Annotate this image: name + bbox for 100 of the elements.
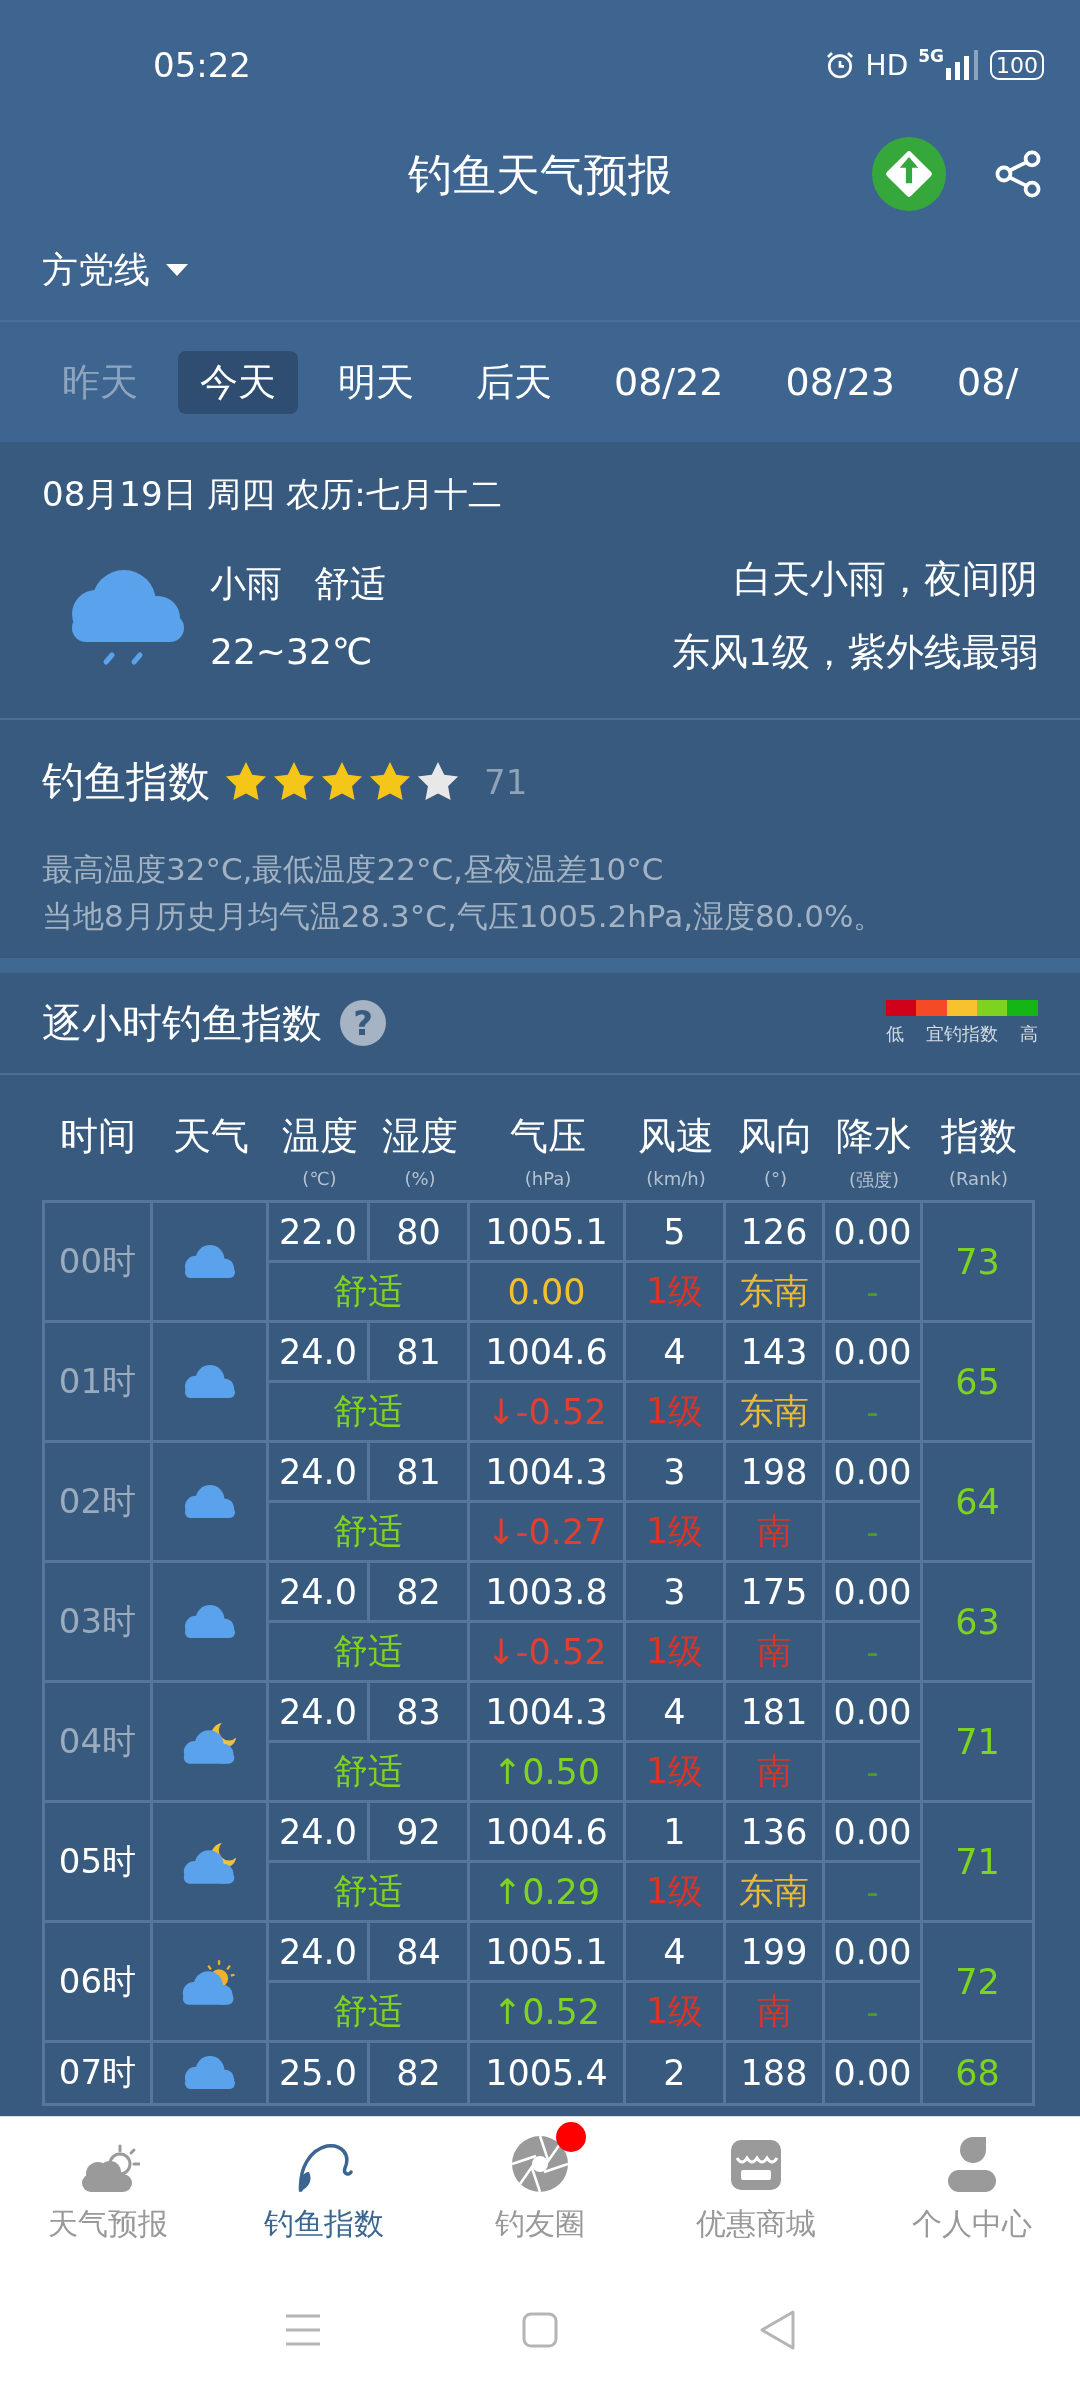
table-cell: 81 — [370, 1323, 467, 1380]
table-cell: 2 — [626, 2043, 723, 2103]
table-cell: 1级 — [626, 1383, 723, 1440]
table-cell: - — [825, 1863, 920, 1920]
table-cell: 0.00 — [825, 1563, 920, 1620]
day-tab[interactable]: 08/23 — [763, 354, 918, 410]
home-button[interactable] — [522, 2312, 558, 2348]
detail-text: 当地8月历史月均气温28.3°C,气压1005.2hPa,湿度80.0%。 — [42, 897, 886, 936]
table-cell: 1004.6 — [470, 1323, 623, 1380]
index-cell: 73 — [923, 1203, 1032, 1320]
table-cell: - — [825, 1743, 920, 1800]
table-cell: 舒适 — [269, 1383, 467, 1440]
star-icon — [272, 761, 316, 803]
column-unit: (Rank) — [949, 1168, 1008, 1190]
weather-summary: 白天小雨，夜间阴 — [734, 556, 1038, 603]
column-header: 时间 — [60, 1113, 136, 1160]
index-cell: 63 — [923, 1563, 1032, 1680]
table-cell: 82 — [370, 2043, 467, 2103]
index-cell: 65 — [923, 1323, 1032, 1440]
table-cell: 198 — [726, 1443, 822, 1500]
table-cell: 1级 — [626, 1623, 723, 1680]
table-cell: 24.0 — [269, 1923, 367, 1980]
table-cell: 舒适 — [269, 1863, 467, 1920]
network-label: 5G — [918, 46, 944, 66]
hour-cell: 05时 — [45, 1803, 150, 1920]
index-cell: 72 — [923, 1923, 1032, 2040]
column-header: 风向 — [737, 1113, 814, 1160]
day-tab[interactable]: 今天 — [178, 350, 298, 414]
table-cell: 80 — [370, 1203, 467, 1260]
table-cell: 1 — [626, 1803, 723, 1860]
table-cell: 3 — [626, 1563, 723, 1620]
index-cell: 71 — [923, 1803, 1032, 1920]
fishing-index-title: 钓鱼指数 — [42, 756, 210, 808]
column-header: 天气 — [173, 1113, 249, 1160]
table-cell: 24.0 — [269, 1803, 367, 1860]
pressure-change: ↓-0.52 — [486, 1631, 607, 1672]
index-cell: 71 — [923, 1683, 1032, 1800]
column-header: 风速 — [638, 1113, 714, 1160]
table-cell: 1级 — [626, 1263, 723, 1320]
table-cell: 1003.8 — [470, 1563, 623, 1620]
table-cell: 1005.1 — [470, 1203, 623, 1260]
wind-direction: 南 — [756, 1990, 792, 2033]
column-unit: (%) — [404, 1168, 436, 1190]
help-button[interactable]: ? — [340, 1000, 386, 1046]
column-header: 气压 — [510, 1113, 586, 1160]
day-tab[interactable]: 08/22 — [592, 354, 746, 410]
diamond-logo-icon[interactable] — [872, 137, 946, 211]
wind-direction: 东南 — [739, 1390, 809, 1433]
hour-cell: 02时 — [45, 1443, 150, 1560]
clock-time: 05:22 — [153, 45, 252, 85]
column-unit: (℃) — [302, 1168, 337, 1190]
signal-icon — [946, 50, 980, 80]
column-unit: (hPa) — [524, 1168, 572, 1190]
table-cell: 0.00 — [825, 2043, 920, 2103]
column-unit: (强度) — [848, 1168, 899, 1190]
table-cell: - — [825, 1983, 920, 2040]
day-tab[interactable]: 08/ — [935, 354, 1041, 410]
legend-high: 高 — [1020, 1022, 1038, 1046]
section-title: 逐小时钓鱼指数 — [42, 998, 322, 1048]
pressure-change: ↑0.52 — [492, 1991, 601, 2032]
table-cell: 舒适 — [269, 1743, 467, 1800]
hour-cell: 01时 — [45, 1323, 150, 1440]
table-cell: 舒适 — [269, 1503, 467, 1560]
table-cell: 1004.3 — [470, 1443, 623, 1500]
star-icon — [368, 761, 412, 803]
menu-icon[interactable] — [284, 2313, 322, 2347]
table-cell: 188 — [726, 2043, 822, 2103]
table-cell: 0.00 — [825, 1683, 920, 1740]
table-cell: 1005.4 — [470, 2043, 623, 2103]
table-cell: 3 — [626, 1443, 723, 1500]
day-tab[interactable]: 后天 — [454, 350, 574, 414]
table-cell: - — [825, 1383, 920, 1440]
pressure-change: ↓-0.27 — [486, 1511, 607, 1552]
day-tab[interactable]: 明天 — [316, 350, 436, 414]
wind-direction: 东南 — [739, 1870, 809, 1913]
star-icon — [320, 761, 364, 803]
detail-text: 最高温度32°C,最低温度22°C,昼夜温差10°C — [42, 850, 665, 889]
table-cell: 25.0 — [269, 2043, 367, 2103]
nav-tab[interactable]: 钓鱼指数 — [216, 2117, 432, 2260]
table-cell: - — [825, 1263, 920, 1320]
column-header: 湿度 — [382, 1113, 458, 1160]
table-cell: 126 — [726, 1203, 822, 1260]
table-cell: 1005.1 — [470, 1923, 623, 1980]
wind-direction: 南 — [756, 1750, 792, 1793]
hour-cell: 07时 — [45, 2043, 150, 2103]
hour-cell: 00时 — [45, 1203, 150, 1320]
back-button[interactable] — [758, 2309, 796, 2351]
table-cell: 4 — [626, 1923, 723, 1980]
pressure-change: 0.00 — [507, 1271, 586, 1312]
app-title: 钓鱼天气预报 — [408, 147, 672, 202]
table-cell: 1004.3 — [470, 1683, 623, 1740]
table-cell: 83 — [370, 1683, 467, 1740]
table-cell: 84 — [370, 1923, 467, 1980]
table-cell: 24.0 — [269, 1683, 367, 1740]
table-cell: 24.0 — [269, 1323, 367, 1380]
table-cell: 1级 — [626, 1743, 723, 1800]
location-dropdown[interactable]: 方党线 — [42, 245, 190, 295]
temperature-range: 22~32℃ — [210, 631, 374, 672]
table-cell: 舒适 — [269, 1983, 467, 2040]
table-cell: 81 — [370, 1443, 467, 1500]
